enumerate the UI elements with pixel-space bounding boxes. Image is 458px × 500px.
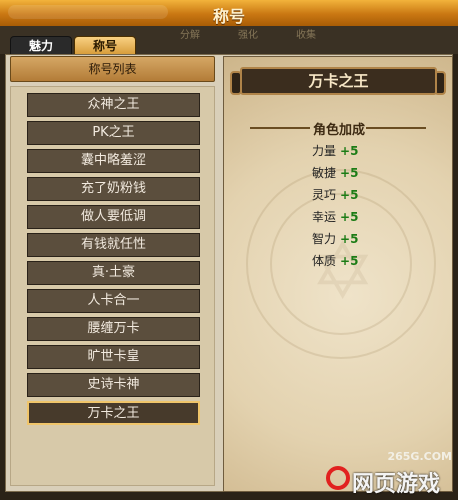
- window-title: 称号: [212, 7, 245, 26]
- stat-name: 智力: [312, 232, 337, 246]
- title-list-item-5[interactable]: 做人要低调: [27, 205, 200, 229]
- stat-name: 灵巧: [312, 188, 337, 202]
- title-list-item-12[interactable]: 万卡之王: [27, 401, 200, 425]
- watermark-logo-icon: [326, 466, 350, 490]
- stat-intelligence: 智力 +5: [312, 231, 358, 247]
- title-list-item-11[interactable]: 史诗卡神: [27, 373, 200, 397]
- tab-charm[interactable]: 魅力: [10, 36, 72, 55]
- stat-name: 体质: [312, 254, 337, 268]
- title-list-header: 称号列表: [10, 56, 215, 82]
- watermark-site: 265G.COM: [387, 450, 452, 463]
- title-details-pane: ✡ 万卡之王 角色加成 力量 +5 敏捷 +5 灵巧 +5 幸运 +5 智力 +5 体质 +…: [223, 56, 453, 492]
- title-list-item-6[interactable]: 有钱就任性: [27, 233, 200, 257]
- stat-value: +5: [340, 188, 359, 202]
- window-title-bar: 称号: [0, 0, 458, 28]
- title-list-item-4[interactable]: 充了奶粉钱: [27, 177, 200, 201]
- stat-name: 敏捷: [312, 166, 337, 180]
- watermark-brand: 网页游戏: [352, 472, 441, 497]
- stat-agility: 敏捷 +5: [312, 165, 358, 181]
- title-list-item-7[interactable]: 真·土豪: [27, 261, 200, 285]
- title-list: 众神之王 PK之王 囊中略羞涩 充了奶粉钱 做人要低调 有钱就任性 真·土豪 人…: [10, 86, 215, 486]
- title-list-pane: 称号列表 众神之王 PK之王 囊中略羞涩 充了奶粉钱 做人要低调 有钱就任性 真…: [8, 56, 218, 486]
- ghost-tab-3: 收集: [296, 30, 316, 41]
- bonus-section-title: 角色加成: [312, 123, 365, 138]
- stat-value: +5: [340, 210, 359, 224]
- stat-value: +5: [340, 144, 359, 158]
- stat-value: +5: [340, 232, 359, 246]
- title-list-item-8[interactable]: 人卡合一: [27, 289, 200, 313]
- title-list-item-3[interactable]: 囊中略羞涩: [27, 149, 200, 173]
- title-window: 称号 分解 强化 收集 魅力 称号 称号列表 众神之王 PK之王 囊中略羞涩 充…: [0, 0, 458, 500]
- title-list-item-1[interactable]: 众神之王: [27, 93, 200, 117]
- tab-row: 分解 强化 收集 魅力 称号: [0, 26, 458, 55]
- stat-luck: 幸运 +5: [312, 209, 358, 225]
- stat-name: 幸运: [312, 210, 337, 224]
- ghost-tab-1: 分解: [180, 30, 200, 41]
- ghost-tab-2: 强化: [238, 30, 258, 41]
- stat-dexterity: 灵巧 +5: [312, 187, 358, 203]
- stat-value: +5: [340, 166, 359, 180]
- tab-titles[interactable]: 称号: [74, 36, 136, 55]
- title-list-item-9[interactable]: 腰缠万卡: [27, 317, 200, 341]
- selected-title-name: 万卡之王: [240, 67, 437, 95]
- title-list-item-10[interactable]: 旷世卡皇: [27, 345, 200, 369]
- stat-name: 力量: [312, 144, 337, 158]
- site-watermark: 265G.COM 网页游戏: [318, 450, 458, 500]
- stat-strength: 力量 +5: [312, 143, 358, 159]
- stat-value: +5: [340, 254, 359, 268]
- stat-constitution: 体质 +5: [312, 253, 358, 269]
- title-list-item-2[interactable]: PK之王: [27, 121, 200, 145]
